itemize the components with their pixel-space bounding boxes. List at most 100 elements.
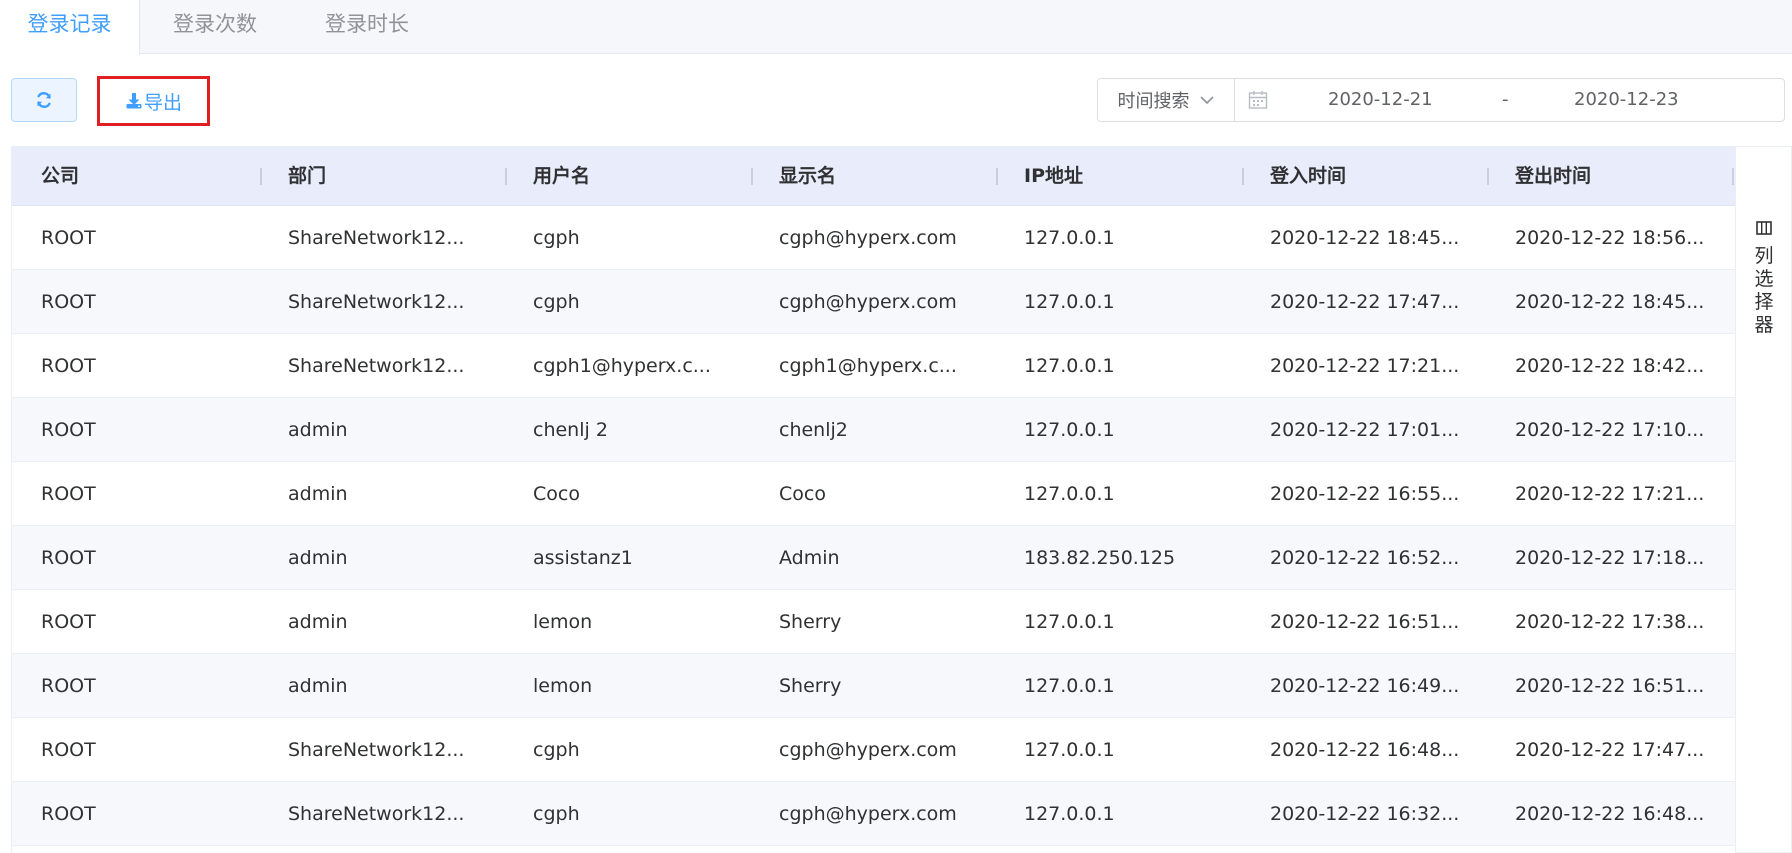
column-selector-button[interactable]: 列选择器 [1735,146,1792,853]
table-header: 公司 部门 用户名 显示名 IP地址 登入时间 登出时间 [12,147,1735,206]
tab-login-records[interactable]: 登录记录 [0,0,140,55]
table-row[interactable]: ROOT admin chenlj 2 chenlj2 127.0.0.1 20… [12,398,1735,462]
column-divider[interactable] [1732,168,1734,185]
table-row[interactable]: ROOT ShareNetwork12... cgph cgph@hyperx.… [12,782,1735,846]
date-search-box: 时间搜索 2020-12-21 - 2020-12-23 [1097,78,1785,122]
cell-department: ShareNetwork12... [288,227,465,249]
column-header-login-time[interactable]: 登入时间 [1270,147,1346,205]
cell-company: ROOT [41,739,96,761]
table-row[interactable]: ROOT admin assistanz1 Admin 183.82.250.1… [12,526,1735,590]
table-row[interactable]: ROOT admin Coco Coco 127.0.0.1 2020-12-2… [12,462,1735,526]
cell-ip-address: 183.82.250.125 [1024,547,1176,569]
cell-company: ROOT [41,547,96,569]
cell-username: assistanz1 [533,547,633,569]
cell-username: lemon [533,611,593,633]
column-divider[interactable] [260,168,262,185]
table-row[interactable]: ROOT ShareNetwork12... cgph cgph@hyperx.… [12,270,1735,334]
cell-login-time: 2020-12-22 17:01... [1270,419,1460,441]
column-header-username[interactable]: 用户名 [533,147,590,205]
column-divider[interactable] [505,168,507,185]
column-divider[interactable] [1242,168,1244,185]
cell-company: ROOT [41,675,96,697]
column-selector-label: 列选择器 [1754,245,1774,336]
table-row[interactable]: ROOT ShareNetwork12... cgph1@hyperx.c...… [12,334,1735,398]
cell-department: ShareNetwork12... [288,291,465,313]
cell-login-time: 2020-12-22 16:51... [1270,611,1460,633]
cell-logout-time: 2020-12-22 17:10... [1515,419,1705,441]
cell-ip-address: 127.0.0.1 [1024,291,1115,313]
refresh-button[interactable] [11,78,77,122]
cell-company: ROOT [41,803,96,825]
cell-display-name: chenlj2 [779,419,848,441]
cell-logout-time: 2020-12-22 18:42... [1515,355,1705,377]
cell-logout-time: 2020-12-22 17:47... [1515,739,1705,761]
cell-display-name: cgph@hyperx.com [779,803,957,825]
cell-display-name: cgph@hyperx.com [779,227,957,249]
column-header-ip-address[interactable]: IP地址 [1024,147,1083,205]
cell-department: admin [288,419,348,441]
cell-login-time: 2020-12-22 17:21... [1270,355,1460,377]
export-button[interactable]: 导出 [97,76,210,126]
cell-company: ROOT [41,291,96,313]
end-date-input[interactable]: 2020-12-23 [1574,79,1679,121]
cell-login-time: 2020-12-22 18:45... [1270,227,1460,249]
cell-logout-time: 2020-12-22 18:56... [1515,227,1705,249]
cell-login-time: 2020-12-22 16:52... [1270,547,1460,569]
cell-ip-address: 127.0.0.1 [1024,675,1115,697]
column-divider[interactable] [1487,168,1489,185]
cell-login-time: 2020-12-22 16:32... [1270,803,1460,825]
download-icon [126,93,142,109]
table-row[interactable]: ROOT ShareNetwork12... cgph cgph@hyperx.… [12,206,1735,270]
column-divider[interactable] [996,168,998,185]
login-records-table: 公司 部门 用户名 显示名 IP地址 登入时间 登出时间 ROOT ShareN… [11,146,1735,853]
cell-logout-time: 2020-12-22 17:18... [1515,547,1705,569]
chevron-down-icon [1199,96,1214,105]
search-type-select[interactable]: 时间搜索 [1098,79,1235,121]
cell-ip-address: 127.0.0.1 [1024,227,1115,249]
cell-username: cgph [533,803,580,825]
start-date-input[interactable]: 2020-12-21 [1328,79,1433,121]
cell-department: admin [288,611,348,633]
cell-company: ROOT [41,483,96,505]
table-row[interactable]: ROOT admin lemon Sherry 127.0.0.1 2020-1… [12,590,1735,654]
calendar-icon [1248,91,1268,109]
cell-display-name: cgph@hyperx.com [779,291,957,313]
cell-ip-address: 127.0.0.1 [1024,483,1115,505]
cell-logout-time: 2020-12-22 17:21... [1515,483,1705,505]
column-header-department[interactable]: 部门 [288,147,326,205]
cell-login-time: 2020-12-22 16:48... [1270,739,1460,761]
cell-display-name: Sherry [779,675,842,697]
tab-login-duration[interactable]: 登录时长 [291,0,443,54]
cell-login-time: 2020-12-22 16:49... [1270,675,1460,697]
cell-username: cgph [533,227,580,249]
tab-login-count[interactable]: 登录次数 [139,0,291,54]
cell-department: ShareNetwork12... [288,355,465,377]
cell-company: ROOT [41,355,96,377]
column-header-display-name[interactable]: 显示名 [779,147,836,205]
cell-ip-address: 127.0.0.1 [1024,419,1115,441]
cell-department: ShareNetwork12... [288,803,465,825]
cell-username: cgph [533,291,580,313]
refresh-icon [37,92,51,108]
cell-ip-address: 127.0.0.1 [1024,355,1115,377]
cell-display-name: cgph@hyperx.com [779,739,957,761]
table-row[interactable]: ROOT ShareNetwork12... cgph cgph@hyperx.… [12,718,1735,782]
cell-display-name: Coco [779,483,826,505]
table-row[interactable]: ROOT admin lemon Sherry 127.0.0.1 2020-1… [12,654,1735,718]
cell-logout-time: 2020-12-22 17:38... [1515,611,1705,633]
cell-ip-address: 127.0.0.1 [1024,611,1115,633]
cell-username: chenlj 2 [533,419,608,441]
cell-department: admin [288,483,348,505]
date-range-separator: - [1502,89,1509,110]
cell-login-time: 2020-12-22 17:47... [1270,291,1460,313]
cell-department: admin [288,675,348,697]
column-header-company[interactable]: 公司 [41,147,79,205]
column-divider[interactable] [751,168,753,185]
column-header-logout-time[interactable]: 登出时间 [1515,147,1591,205]
cell-department: admin [288,547,348,569]
cell-company: ROOT [41,611,96,633]
tab-bar: 登录记录 登录次数 登录时长 [0,0,1792,55]
cell-display-name: Sherry [779,611,842,633]
search-type-label: 时间搜索 [1117,91,1190,112]
cell-display-name: cgph1@hyperx.c... [779,355,957,377]
